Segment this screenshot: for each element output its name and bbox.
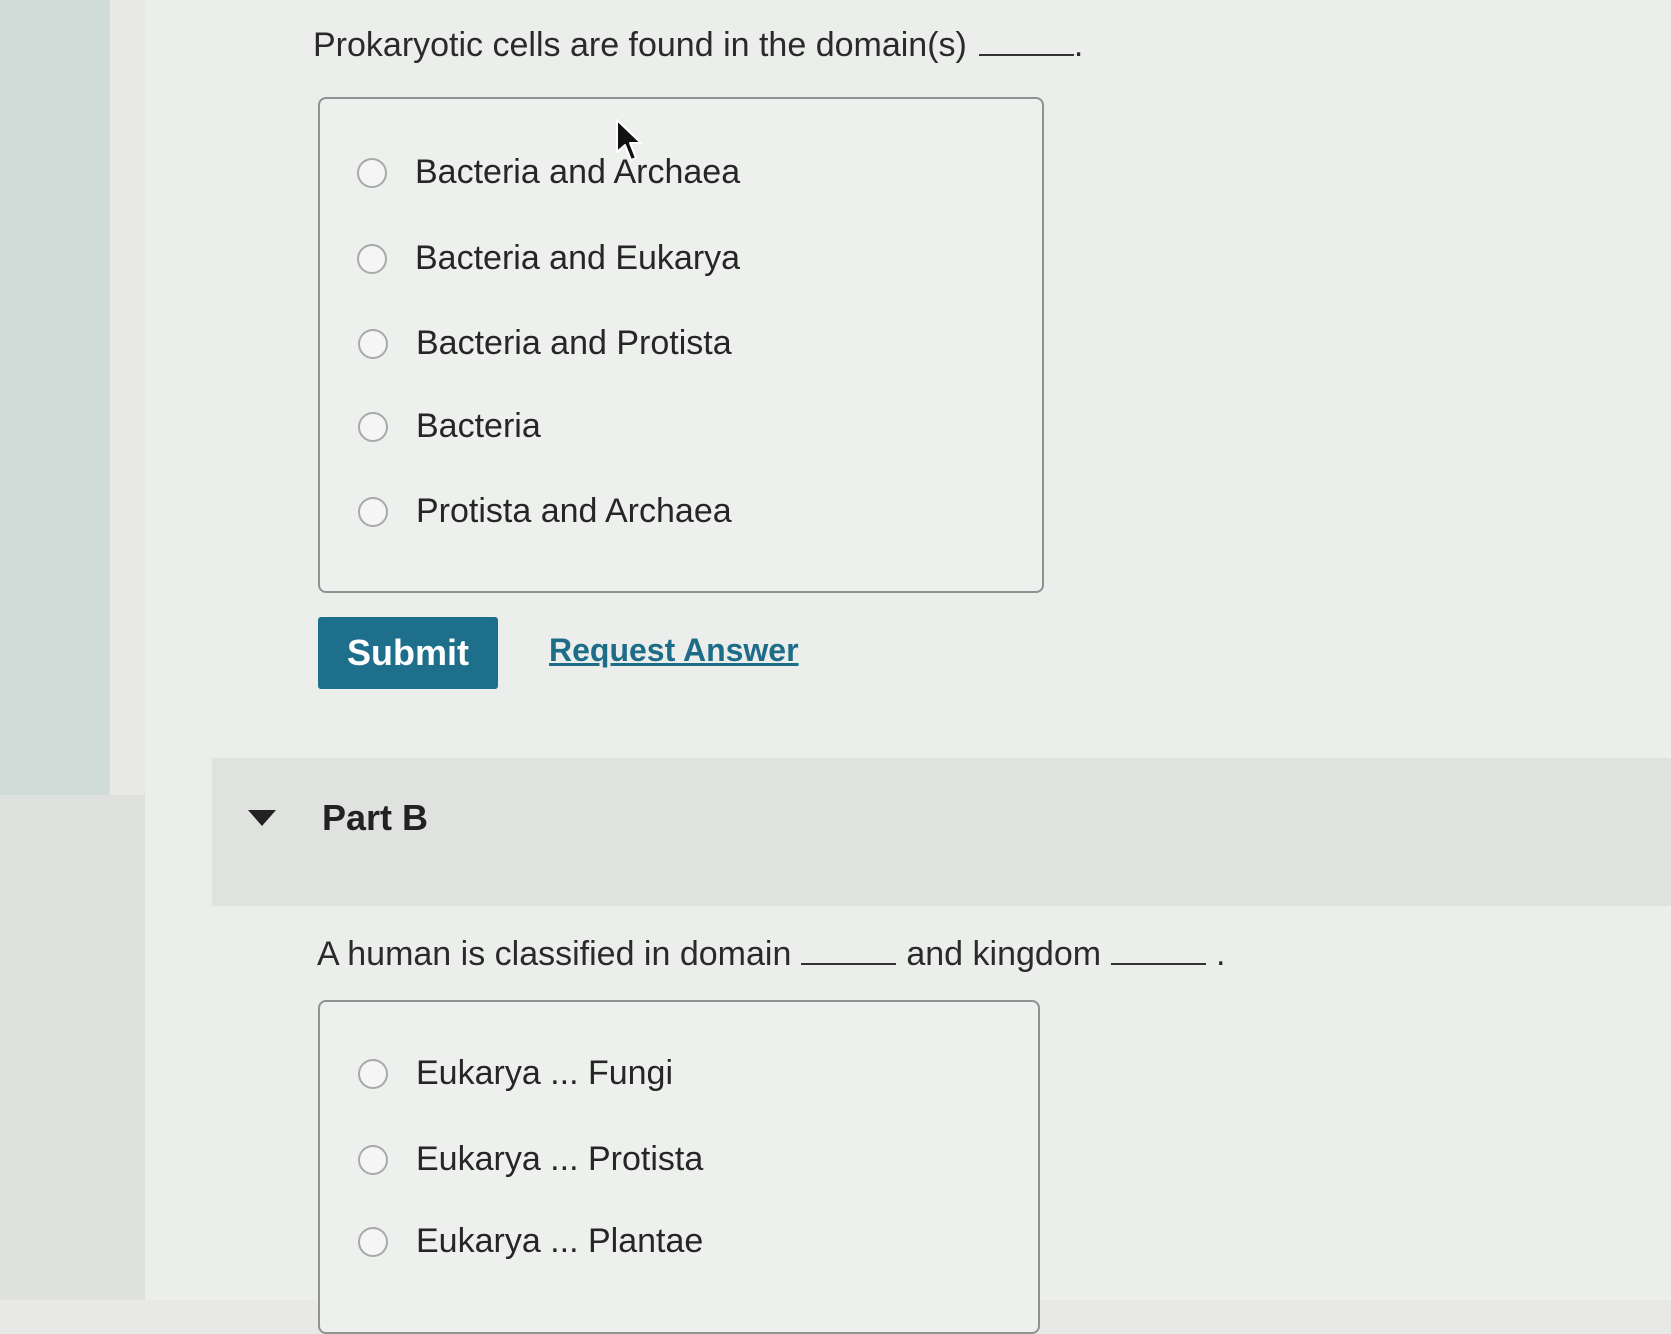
- question-period: .: [1073, 26, 1084, 64]
- choice-bacteria-archaea[interactable]: Bacteria and Archaea: [357, 153, 740, 192]
- part-b-question-mid: and kingdom: [906, 935, 1102, 973]
- choice-label: Bacteria: [416, 407, 541, 445]
- choice-label: Eukarya ... Protista: [416, 1140, 704, 1178]
- part-a-question-text: Prokaryotic cells are found in the domai…: [313, 26, 967, 64]
- answer-blank: [978, 54, 1074, 56]
- left-margin: [0, 795, 145, 1300]
- radio-button[interactable]: [358, 328, 388, 359]
- choice-label: Eukarya ... Plantae: [416, 1222, 704, 1260]
- choice-label: Bacteria and Protista: [416, 324, 732, 362]
- part-b-header[interactable]: [212, 758, 1671, 906]
- part-b-title: Part B: [322, 797, 429, 838]
- choice-bacteria-eukarya[interactable]: Bacteria and Eukarya: [357, 239, 740, 278]
- kingdom-blank: [1111, 963, 1207, 965]
- choice-eukarya-fungi[interactable]: Eukarya ... Fungi: [358, 1054, 673, 1093]
- choice-label: Bacteria and Archaea: [415, 153, 741, 191]
- left-panel: [0, 0, 110, 795]
- question-period: .: [1216, 935, 1226, 973]
- caret-down-icon[interactable]: [248, 810, 276, 826]
- submit-button[interactable]: Submit: [318, 617, 498, 689]
- choice-label: Eukarya ... Fungi: [416, 1054, 674, 1092]
- part-a-question: Prokaryotic cells are found in the domai…: [313, 26, 1083, 65]
- radio-button[interactable]: [358, 1144, 388, 1175]
- part-b-question-start: A human is classified in domain: [317, 935, 792, 973]
- choice-bacteria[interactable]: Bacteria: [358, 407, 541, 446]
- radio-button[interactable]: [358, 411, 388, 442]
- radio-button[interactable]: [358, 1058, 388, 1089]
- choice-protista-archaea[interactable]: Protista and Archaea: [358, 492, 732, 531]
- choice-label: Protista and Archaea: [416, 492, 732, 530]
- choice-eukarya-protista[interactable]: Eukarya ... Protista: [358, 1140, 703, 1179]
- choice-bacteria-protista[interactable]: Bacteria and Protista: [358, 324, 732, 363]
- choice-eukarya-plantae[interactable]: Eukarya ... Plantae: [358, 1222, 703, 1261]
- request-answer-link[interactable]: Request Answer: [549, 632, 799, 669]
- domain-blank: [801, 963, 897, 965]
- radio-button[interactable]: [358, 1226, 388, 1257]
- choice-label: Bacteria and Eukarya: [415, 239, 741, 277]
- radio-button[interactable]: [357, 243, 387, 274]
- mouse-cursor-icon: [616, 119, 642, 161]
- radio-button[interactable]: [357, 157, 387, 188]
- radio-button[interactable]: [358, 496, 388, 527]
- part-b-question: A human is classified in domain and kingd…: [317, 935, 1226, 974]
